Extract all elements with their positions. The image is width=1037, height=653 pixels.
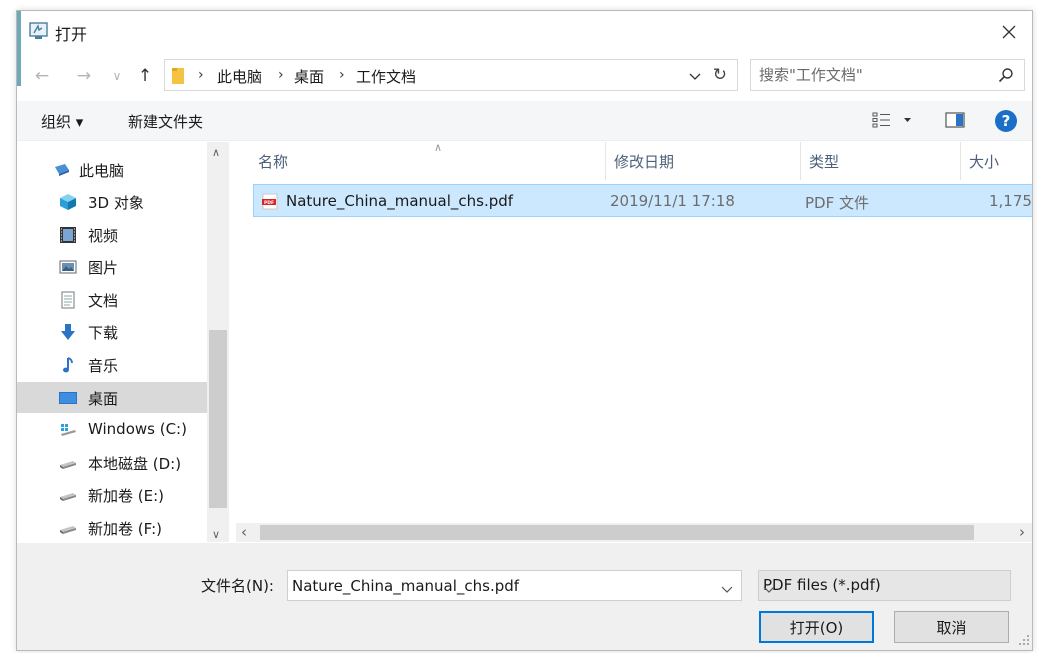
nav-item-3d-objects[interactable]: 3D 对象 [17,186,207,217]
nav-item-desktop[interactable]: 桌面 [17,382,207,413]
chevron-down-icon [763,580,1002,598]
refresh-button[interactable]: ↻ [713,65,727,85]
address-history-dropdown[interactable] [689,67,701,85]
open-button[interactable]: 打开(O) [759,611,874,643]
breadcrumb-separator: › [278,67,284,83]
column-header-name[interactable]: 名称 ∧ [250,142,606,180]
search-box[interactable] [750,59,1025,91]
column-header-type[interactable]: 类型 [801,142,961,180]
chevron-down-icon [689,73,701,80]
organize-menu-button[interactable]: 组织 ▾ [41,111,83,132]
3d-objects-icon [60,194,76,210]
file-modified: 2019/11/1 17:18 [610,192,735,210]
drive-icon [60,493,76,501]
search-input[interactable] [759,65,979,85]
nav-item-drive-d[interactable]: 本地磁盘 (D:) [17,447,207,478]
breadcrumb-this-pc[interactable]: 此电脑 [217,66,262,87]
sort-ascending-icon: ∧ [434,142,443,154]
app-icon [29,22,48,40]
preview-pane-icon [945,112,965,128]
search-icon [998,67,1014,87]
file-name: Nature_China_manual_chs.pdf [286,192,514,210]
horizontal-scroll-thumb[interactable] [260,525,974,540]
file-size: 1,175 [989,192,1032,210]
close-icon [1002,25,1016,39]
close-button[interactable] [986,11,1032,53]
title-bar: 打开 [17,11,1032,53]
resize-grip-icon[interactable] [1018,632,1030,650]
dialog-footer: 文件名(N): PDF files (*.pdf) 打开(O) 取消 [17,543,1032,650]
arrow-left-icon: ← [34,66,50,86]
command-bar: 组织 ▾ 新建文件夹 ? [17,101,1032,141]
nav-item-documents[interactable]: 文档 [17,284,207,315]
refresh-icon: ↻ [712,65,727,85]
arrow-up-icon: ↑ [137,66,153,86]
nav-item-drive-c[interactable]: Windows (C:) [17,414,207,445]
computer-icon [55,164,69,176]
file-name-combobox[interactable] [287,570,742,601]
help-icon: ? [995,110,1017,132]
cancel-button[interactable]: 取消 [894,611,1009,643]
navigation-bar: ← → ∨ ↑ › 此电脑 › 桌面 › 工作文档 ↻ 搜索"工作文档" [17,59,1032,93]
scroll-up-arrow-icon[interactable]: ∧ [212,146,220,159]
nav-item-videos[interactable]: 视频 [17,219,207,250]
nav-item-drive-e[interactable]: 新加卷 (E:) [17,479,207,510]
windows-drive-icon [61,424,76,436]
folder-icon [171,66,185,89]
drive-icon [60,461,76,469]
file-list-horizontal-scrollbar[interactable]: ‹ › [236,523,1032,542]
pictures-icon [59,260,77,274]
window-title: 打开 [55,25,88,44]
preview-pane-button[interactable] [945,111,965,133]
file-name-input[interactable] [292,576,712,596]
drive-icon [60,526,76,534]
change-view-button[interactable] [872,111,914,133]
nav-item-downloads[interactable]: 下载 [17,316,207,347]
chevron-down-icon: ∨ [112,69,122,83]
breadcrumb-separator: › [339,67,345,83]
address-bar[interactable]: › 此电脑 › 桌面 › 工作文档 ↻ [164,59,738,91]
open-file-dialog: 打开 ← → ∨ ↑ › 此电脑 › 桌面 › 工作文档 ↻ 搜索"工作文档" … [16,10,1033,651]
scroll-left-arrow-icon[interactable]: ‹ [241,523,247,541]
video-icon [60,227,76,243]
details-view-icon [872,112,911,128]
breadcrumb-desktop[interactable]: 桌面 [294,66,324,87]
help-button[interactable]: ? [994,109,1018,137]
svg-text:PDF: PDF [264,200,274,206]
nav-item-this-pc[interactable]: 此电脑 [17,154,207,185]
column-header-size[interactable]: 大小 [961,142,1032,180]
download-icon [61,324,75,340]
forward-button[interactable]: → [73,63,95,89]
file-name-label: 文件名(N): [201,577,274,595]
up-button[interactable]: ↑ [134,63,156,89]
new-folder-button[interactable]: 新建文件夹 [128,111,203,132]
file-row[interactable]: PDF Nature_China_manual_chs.pdf 2019/11/… [253,184,1032,217]
back-button[interactable]: ← [31,63,53,89]
breadcrumb-work-docs[interactable]: 工作文档 [356,66,416,87]
navigation-pane: 此电脑 3D 对象 视频 图片 文档 下载 音乐 桌面 Windows (C:)… [17,142,229,542]
pdf-icon: PDF [262,193,278,214]
nav-scroll-thumb[interactable] [209,330,227,508]
svg-text:?: ? [1002,112,1011,130]
documents-icon [61,291,75,309]
file-type-select[interactable]: PDF files (*.pdf) [758,570,1011,601]
scroll-right-arrow-icon[interactable]: › [1019,523,1025,541]
file-type: PDF 文件 [805,194,869,212]
music-icon [63,357,73,373]
chevron-down-icon [721,586,733,593]
arrow-right-icon: → [76,66,92,86]
column-header-date[interactable]: 修改日期 [606,142,801,180]
recent-locations-button[interactable]: ∨ [109,63,125,89]
desktop-icon [59,392,77,404]
file-list: 名称 ∧ 修改日期 类型 大小 PDF Nature_China_manual_… [236,142,1032,542]
nav-item-music[interactable]: 音乐 [17,349,207,380]
breadcrumb-separator: › [198,67,204,83]
scroll-down-arrow-icon[interactable]: ∨ [212,528,220,541]
file-name-history-dropdown[interactable] [721,580,733,598]
nav-item-drive-f[interactable]: 新加卷 (F:) [17,512,207,542]
nav-pane-scrollbar[interactable]: ∧ ∨ [207,142,229,542]
nav-item-pictures[interactable]: 图片 [17,251,207,282]
